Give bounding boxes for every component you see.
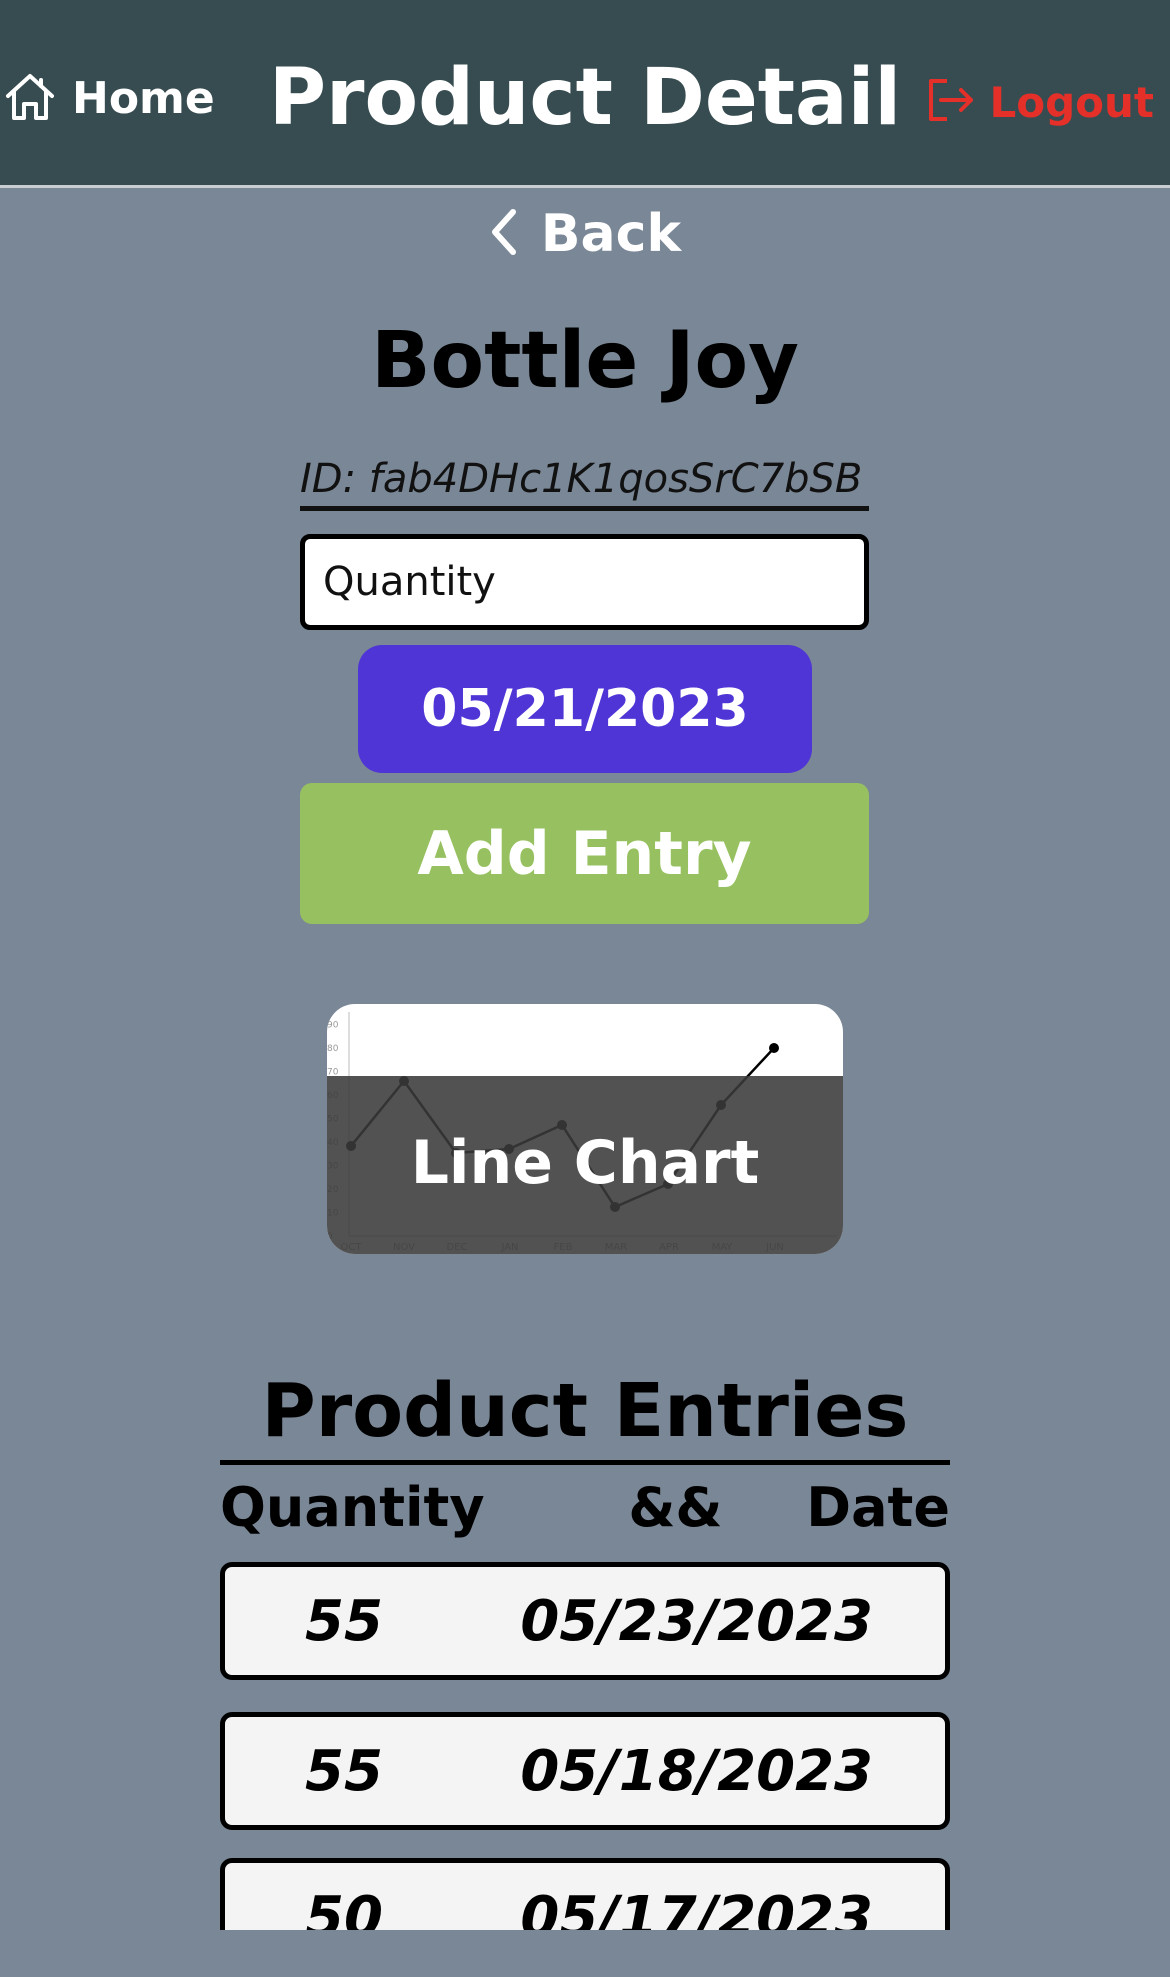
line-chart-card[interactable]: 0102030405060708090 OCTNOVDECJANFEBMARAP… — [327, 1004, 843, 1254]
col-date-header: Date — [806, 1476, 950, 1539]
entry-date: 05/17/2023 — [520, 1885, 873, 1930]
back-button[interactable]: Back — [0, 204, 1170, 264]
col-separator-header: && — [628, 1476, 723, 1539]
top-bar: Home Product Detail Logout — [0, 0, 1170, 188]
logout-link[interactable]: Logout — [923, 70, 1154, 134]
back-label: Back — [540, 204, 682, 264]
entry-quantity: 50 — [305, 1885, 383, 1930]
thumbnail-tick-label: 90 — [327, 1021, 339, 1031]
entry-row[interactable]: 55 05/23/2023 — [220, 1562, 950, 1680]
product-id: ID: fab4DHc1K1qosSrC7bSB — [300, 456, 869, 511]
entry-row[interactable]: 55 05/18/2023 — [220, 1712, 950, 1830]
date-picker-button[interactable]: 05/21/2023 — [358, 645, 812, 773]
logout-icon — [923, 75, 977, 129]
chevron-left-icon — [489, 208, 519, 260]
product-name: Bottle Joy — [371, 316, 799, 406]
entries-list[interactable]: 55 05/23/2023 55 05/18/2023 50 05/17/202… — [0, 1550, 1170, 1930]
entries-header: Quantity && Date — [220, 1476, 950, 1539]
entry-quantity: 55 — [305, 1739, 383, 1804]
quantity-input[interactable] — [300, 534, 869, 630]
col-quantity-header: Quantity — [220, 1476, 485, 1539]
entry-date: 05/18/2023 — [520, 1739, 873, 1804]
entries-title: Product Entries — [220, 1368, 950, 1465]
thumbnail-tick-label: 80 — [327, 1044, 339, 1054]
entry-quantity: 55 — [305, 1589, 383, 1654]
add-entry-button[interactable]: Add Entry — [300, 783, 869, 924]
line-chart-label: Line Chart — [410, 1128, 760, 1198]
entry-date: 05/23/2023 — [520, 1589, 873, 1654]
entry-row[interactable]: 50 05/17/2023 — [220, 1858, 950, 1930]
logout-label: Logout — [989, 77, 1154, 127]
